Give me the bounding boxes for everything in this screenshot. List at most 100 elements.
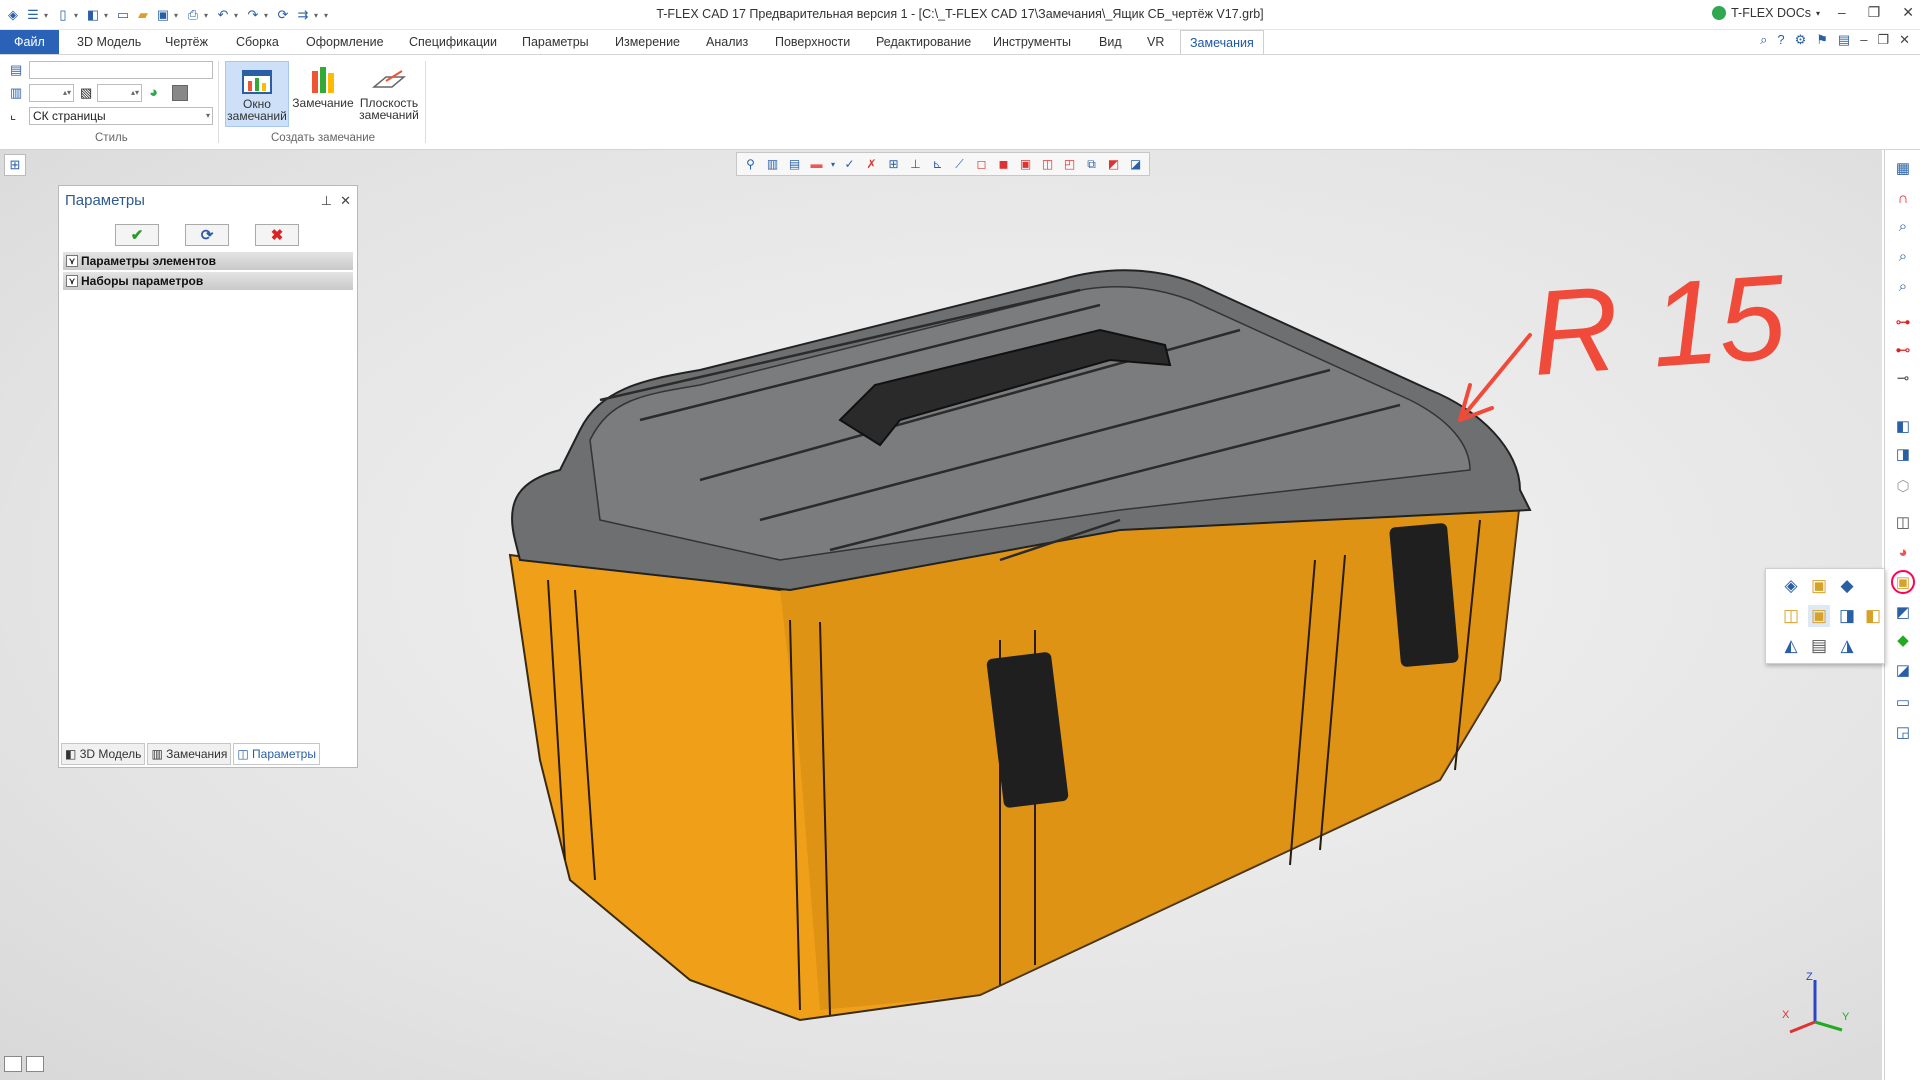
tflex-docs-button[interactable]: T-FLEX DOCs ▾ xyxy=(1712,6,1820,20)
view-right-icon[interactable]: ◨ xyxy=(1836,605,1858,627)
tab-remarks[interactable]: Замечания xyxy=(1180,30,1264,54)
view-orientation-icon[interactable]: ▣ xyxy=(1891,570,1915,594)
view-top-icon[interactable]: ◰ xyxy=(1060,155,1079,173)
snap-icon[interactable]: ⊶ xyxy=(1891,310,1915,334)
close-button[interactable]: ✕ xyxy=(1902,4,1914,21)
tab-specifications[interactable]: Спецификации xyxy=(400,30,506,54)
render-icon[interactable]: ◪ xyxy=(1126,155,1145,173)
grid-icon[interactable]: ⊞ xyxy=(884,155,903,173)
layer-combo[interactable] xyxy=(29,61,213,79)
view-iso-box-icon[interactable]: ▣ xyxy=(1808,575,1830,597)
tab-3d-model[interactable]: 3D Модель xyxy=(68,30,150,54)
tab-tools[interactable]: Инструменты xyxy=(984,30,1080,54)
tab-3d-model-panel[interactable]: ◧ 3D Модель xyxy=(61,743,146,765)
view-iso-icon[interactable]: ⧉ xyxy=(1082,155,1101,173)
axis-alt-icon[interactable]: ⊾ xyxy=(928,155,947,173)
tab-remarks-panel[interactable]: ▥ Замечания xyxy=(147,743,232,765)
view-left-icon[interactable]: ◫ xyxy=(1780,605,1802,627)
tab-drawing[interactable]: Чертёж xyxy=(156,30,217,54)
tab-measurement[interactable]: Измерение xyxy=(606,30,689,54)
view-front-icon[interactable]: ▣ xyxy=(1016,155,1035,173)
section-param-sets[interactable]: ⋎ Наборы параметров xyxy=(63,272,353,290)
remark-button[interactable]: Замечание xyxy=(290,61,356,127)
expand-icon[interactable]: ⋎ xyxy=(66,275,78,287)
axis-icon[interactable]: ⊥ xyxy=(906,155,925,173)
clip-icon[interactable]: ◪ xyxy=(1891,658,1915,682)
zoom-window-icon[interactable]: ⌕ xyxy=(1891,244,1915,268)
level-spinner[interactable]: ▴▾ xyxy=(29,84,74,102)
tab-view[interactable]: Вид xyxy=(1090,30,1131,54)
view-bottom-alt-icon[interactable]: ◮ xyxy=(1836,635,1858,657)
search-icon[interactable]: ⌕ xyxy=(1760,32,1767,48)
view-back-icon[interactable]: ◧ xyxy=(1862,605,1884,627)
split-view-icon[interactable] xyxy=(26,1056,44,1072)
layout-icon[interactable]: ▤ xyxy=(1838,32,1850,48)
maximize-button[interactable]: ❐ xyxy=(1868,4,1881,21)
panels-icon[interactable]: ▦ xyxy=(1891,156,1915,180)
view-bottom-iso-icon[interactable]: ◭ xyxy=(1780,635,1802,657)
close-doc-icon[interactable]: ✕ xyxy=(1899,32,1910,48)
tab-analysis[interactable]: Анализ xyxy=(697,30,757,54)
close-icon[interactable]: ✕ xyxy=(340,193,351,209)
flag-icon[interactable]: ⚑ xyxy=(1816,32,1828,48)
minimize-doc-icon[interactable]: – xyxy=(1860,32,1867,48)
tab-design[interactable]: Оформление xyxy=(297,30,393,54)
solid-check-icon[interactable]: ◧ xyxy=(1891,414,1915,438)
view-iso-top-icon[interactable]: ◆ xyxy=(1836,575,1858,597)
single-view-icon[interactable] xyxy=(4,1056,22,1072)
view-box-icon[interactable]: ◼ xyxy=(994,155,1013,173)
help-icon[interactable]: ? xyxy=(1777,32,1784,48)
solid-check-alt-icon[interactable]: ◨ xyxy=(1891,442,1915,466)
coordinate-system-combo[interactable]: СК страницы ▾ xyxy=(29,107,213,125)
priority-spinner[interactable]: ▴▾ xyxy=(97,84,142,102)
plane-icon[interactable]: ⬡ xyxy=(1891,474,1915,498)
section-view-icon[interactable]: ▭ xyxy=(1891,690,1915,714)
pin-icon[interactable]: ⊥ xyxy=(321,193,332,209)
tab-parameters-panel[interactable]: ◫ Параметры xyxy=(233,743,320,765)
check-filter-icon[interactable]: ✓ xyxy=(840,155,859,173)
sphere-render-icon[interactable]: ◕ xyxy=(1891,540,1915,564)
color-palette-icon[interactable]: ◕ xyxy=(149,84,158,101)
cross-filter-icon[interactable]: ✗ xyxy=(862,155,881,173)
shaded-icon[interactable]: ◆ xyxy=(1891,628,1915,652)
remarks-plane-button[interactable]: Плоскость замечаний xyxy=(356,61,422,127)
view-side-icon[interactable]: ◫ xyxy=(1038,155,1057,173)
snap-alt-icon[interactable]: ⊷ xyxy=(1891,338,1915,362)
zoom-icon[interactable]: ⌕ xyxy=(1891,214,1915,238)
filter-icon[interactable]: ⚲ xyxy=(741,155,760,173)
box-view-icon[interactable]: ◫ xyxy=(1891,510,1915,534)
display-mode-icon[interactable]: ◩ xyxy=(1891,600,1915,624)
refresh-button[interactable]: ⟳ xyxy=(185,224,229,246)
expand-icon[interactable]: ⋎ xyxy=(66,255,78,267)
color-swatch[interactable] xyxy=(172,85,188,101)
minimize-button[interactable]: – xyxy=(1838,4,1846,21)
model-tab-icon: ◧ xyxy=(65,747,77,761)
chevron-down-icon[interactable]: ▾ xyxy=(829,155,837,173)
magnet-icon[interactable]: ∩ xyxy=(1891,186,1915,210)
tab-vr[interactable]: VR xyxy=(1138,30,1173,54)
filter-list-icon[interactable]: ▤ xyxy=(785,155,804,173)
tab-file[interactable]: Файл xyxy=(0,30,59,54)
tab-editing[interactable]: Редактирование xyxy=(867,30,980,54)
gear-icon[interactable]: ⚙ xyxy=(1795,32,1807,48)
view-iso-front-icon[interactable]: ◈ xyxy=(1780,575,1802,597)
restore-doc-icon[interactable]: ❐ xyxy=(1877,32,1889,48)
model-tree-toggle-icon[interactable]: ⊞ xyxy=(4,154,26,176)
zoom-fit-icon[interactable]: ⌕ xyxy=(1891,274,1915,298)
section-icon[interactable]: ◩ xyxy=(1104,155,1123,173)
tab-parameters[interactable]: Параметры xyxy=(513,30,598,54)
measure-icon[interactable]: ⊸ xyxy=(1891,366,1915,390)
view-bottom-icon[interactable]: ▤ xyxy=(1808,635,1830,657)
tab-surfaces[interactable]: Поверхности xyxy=(766,30,859,54)
tab-assembly[interactable]: Сборка xyxy=(227,30,288,54)
section-element-params[interactable]: ⋎ Параметры элементов xyxy=(63,252,353,270)
view-front-icon[interactable]: ▣ xyxy=(1808,605,1830,627)
ok-button[interactable]: ✔ xyxy=(115,224,159,246)
cancel-button[interactable]: ✖ xyxy=(255,224,299,246)
view-cube-icon[interactable]: ◻ xyxy=(972,155,991,173)
filter-select-icon[interactable]: ▥ xyxy=(763,155,782,173)
selection-box-icon[interactable]: ▬ xyxy=(807,155,826,173)
remarks-window-button[interactable]: Окно замечаний xyxy=(225,61,289,127)
sketch-icon[interactable]: ⟋ xyxy=(950,155,969,173)
camera-icon[interactable]: ◲ xyxy=(1891,720,1915,744)
